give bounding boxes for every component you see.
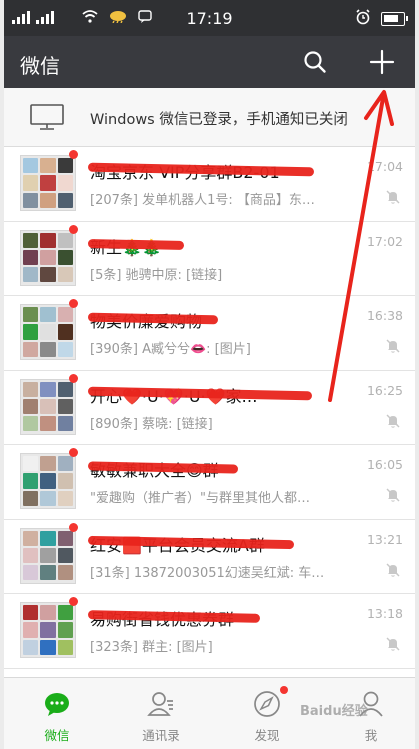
chat-time: 13:21 — [366, 531, 403, 547]
chat-time: 17:04 — [366, 159, 403, 174]
tab-chats[interactable]: 微信 — [6, 678, 108, 749]
chat-row[interactable]: 新生🎄🎄[5条] 驰骋中原: [链接]17:02 — [4, 221, 415, 296]
muted-bell-icon — [385, 487, 401, 503]
unread-dot — [69, 522, 78, 532]
tab-contacts[interactable]: 通讯录 — [110, 678, 212, 749]
group-avatar — [20, 304, 76, 360]
chat-preview: [5条] 驰骋中原: [链接] — [90, 267, 223, 283]
page-title: 微信 — [20, 54, 60, 78]
chat-time: 16:05 — [366, 457, 403, 472]
muted-bell-icon — [385, 562, 401, 578]
muted-bell-icon — [385, 636, 401, 652]
add-plus-icon[interactable] — [368, 48, 396, 76]
search-icon[interactable] — [302, 49, 328, 75]
compass-icon — [253, 690, 281, 718]
watermark: Baidu经验 — [300, 704, 368, 719]
tab-label: 通讯录 — [142, 728, 180, 743]
tab-label: 发现 — [254, 728, 280, 743]
battery-icon — [381, 12, 408, 26]
group-avatar — [20, 453, 76, 509]
unread-dot — [69, 597, 78, 606]
chat-preview: [207条] 发单机器人1号: 【商品】东… — [90, 193, 315, 208]
monitor-icon — [30, 104, 64, 130]
chat-time: 16:38 — [366, 308, 403, 323]
group-avatar — [20, 527, 76, 584]
notice-text: Windows 微信已登录，手机通知已关闭 — [90, 112, 348, 128]
chat-preview: [390条] A臧兮兮👄: [图片] — [90, 342, 251, 357]
chat-time: 17:02 — [366, 233, 403, 249]
chat-time: 13:18 — [366, 606, 403, 621]
chat-list: 淘宝京东 VIP分享群B2-01[207条] 发单机器人1号: 【商品】东…17… — [4, 147, 415, 743]
chat-row[interactable]: 敏敏兼职大全😊群"爱趣购（推广者）"与群里其他人都…16:05 — [4, 445, 415, 520]
redaction-scribble — [87, 238, 185, 250]
chat-row[interactable]: 淘宝京东 VIP分享群B2-01[207条] 发单机器人1号: 【商品】东…17… — [4, 147, 415, 222]
chat-row[interactable]: 红安🟥平台会员交流A群[31条] 13872003051幻速吴红斌: 车…13:… — [4, 519, 415, 594]
muted-bell-icon — [385, 413, 401, 429]
group-avatar — [20, 378, 76, 435]
discover-badge — [280, 686, 288, 694]
chat-row[interactable]: 物美价廉爱购物[390条] A臧兮兮👄: [图片]16:38 — [4, 296, 415, 371]
chat-preview: [890条] 蔡晓: [链接] — [90, 416, 213, 432]
muted-bell-icon — [385, 189, 401, 205]
group-avatar — [20, 155, 76, 211]
status-bar: 17:19 — [4, 0, 415, 36]
tab-label: 我 — [364, 728, 378, 743]
muted-bell-icon — [385, 338, 401, 354]
chat-row[interactable]: 易购街省钱优惠券群[323条] 群主: [图片]13:18 — [4, 594, 415, 669]
chat-time: 16:25 — [366, 382, 403, 398]
app-header: 微信 — [4, 36, 415, 88]
unread-dot — [69, 150, 78, 159]
chat-row[interactable]: 开心❤️·U·💖·U·❤️家…[890条] 蔡晓: [链接]16:25 — [4, 370, 415, 445]
status-time: 17:19 — [186, 9, 233, 28]
chat-preview: [31条] 13872003051幻速吴红斌: 车… — [90, 565, 325, 581]
chat-preview: "爱趣购（推广者）"与群里其他人都… — [90, 491, 310, 506]
windows-login-notice[interactable]: Windows 微信已登录，手机通知已关闭 — [4, 88, 415, 147]
unread-dot — [69, 373, 78, 383]
chat-preview: [323条] 群主: [图片] — [90, 640, 213, 655]
unread-dot — [69, 299, 78, 308]
chat-bubble-icon — [43, 690, 71, 718]
tab-label: 微信 — [44, 728, 70, 743]
unread-dot — [69, 224, 78, 234]
contacts-icon — [147, 690, 175, 718]
group-avatar — [20, 229, 76, 286]
group-avatar — [20, 602, 76, 658]
alarm-icon — [355, 9, 371, 29]
wechat-screen: 17:19 微信 Windows 微信已登录，手机通知已关闭 淘宝京东 VIP分… — [4, 0, 415, 749]
unread-dot — [69, 448, 78, 457]
